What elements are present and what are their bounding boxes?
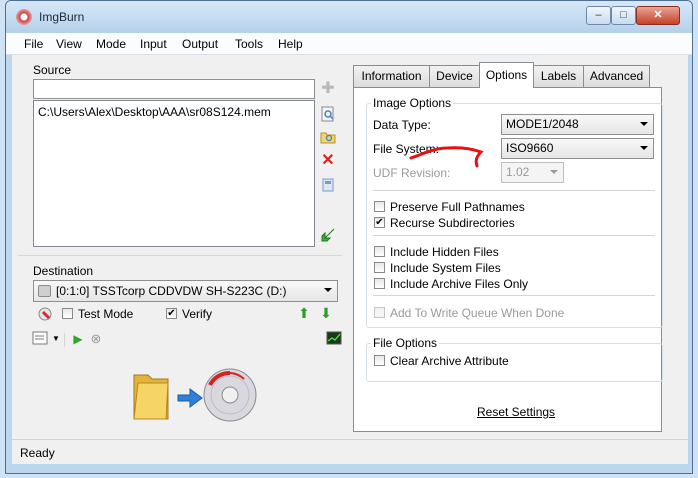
include-system-label: Include System Files — [390, 261, 501, 275]
calculate-icon[interactable] — [320, 177, 336, 193]
reset-settings-link[interactable]: Reset Settings — [477, 405, 555, 419]
arrow-down-icon[interactable]: ⬇ — [318, 305, 334, 321]
log-window-icon[interactable] — [32, 331, 48, 347]
include-system-checkbox[interactable] — [374, 262, 385, 273]
tab-information[interactable]: Information — [353, 65, 430, 87]
add-to-queue-label: Add To Write Queue When Done — [390, 306, 565, 320]
menu-mode[interactable]: Mode — [96, 37, 126, 51]
divider-2 — [373, 235, 655, 236]
chevron-down-icon — [640, 122, 648, 126]
folder-icon — [133, 374, 169, 420]
clear-archive-label: Clear Archive Attribute — [390, 354, 509, 368]
toolbar-separator — [64, 333, 65, 347]
include-archive-label: Include Archive Files Only — [390, 277, 529, 291]
udf-revision-select[interactable]: 1.02 — [501, 162, 564, 183]
source-file-list[interactable]: C:\Users\Alex\Desktop\AAA\sr08S124.mem — [33, 100, 315, 247]
data-type-select[interactable]: MODE1/2048 — [501, 114, 654, 135]
clear-archive-checkbox[interactable] — [374, 355, 385, 366]
browse-file-icon[interactable] — [320, 106, 336, 122]
menu-tools[interactable]: Tools — [235, 37, 263, 51]
include-archive-checkbox[interactable] — [374, 278, 385, 289]
status-text: Ready — [20, 446, 55, 460]
menu-file[interactable]: File — [24, 37, 43, 51]
recurse-subdirectories-label: Recurse Subdirectories — [390, 216, 515, 230]
source-destination-divider — [18, 255, 342, 256]
file-system-select[interactable]: ISO9660 — [501, 138, 654, 159]
menu-bar: File View Mode Input Output Tools Help — [6, 33, 692, 55]
tab-device[interactable]: Device — [429, 65, 480, 87]
test-mode-label: Test Mode — [78, 307, 134, 321]
right-arrow-icon — [177, 388, 203, 408]
close-button[interactable]: ✕ — [636, 6, 680, 25]
arrow-up-icon[interactable]: ⬆ — [296, 305, 312, 321]
window-title: ImgBurn — [39, 10, 85, 24]
play-icon[interactable]: ▶ — [70, 331, 86, 347]
graph-icon[interactable] — [326, 331, 342, 347]
tab-options[interactable]: Options — [479, 62, 534, 88]
preserve-pathnames-checkbox[interactable] — [374, 201, 385, 212]
menu-input[interactable]: Input — [140, 37, 167, 51]
menu-output[interactable]: Output — [182, 37, 218, 51]
file-options-title: File Options — [371, 336, 440, 350]
source-combo[interactable] — [33, 79, 315, 99]
source-path-item[interactable]: C:\Users\Alex\Desktop\AAA\sr08S124.mem — [38, 105, 271, 119]
preserve-pathnames-label: Preserve Full Pathnames — [390, 200, 525, 214]
destination-label: Destination — [33, 264, 94, 278]
destination-drive-combo[interactable]: [0:1:0] TSSTcorp CDDVDW SH-S223C (D:) — [33, 280, 338, 302]
chevron-down-icon — [324, 288, 332, 292]
tab-labels[interactable]: Labels — [533, 65, 584, 87]
verify-label: Verify — [182, 307, 213, 321]
add-file-icon[interactable]: ✚ — [320, 81, 336, 97]
tab-advanced[interactable]: Advanced — [583, 65, 650, 87]
options-panel: Image Options Data Type: MODE1/2048 File… — [353, 87, 663, 432]
source-label: Source — [33, 63, 72, 77]
image-options-title: Image Options — [371, 96, 454, 110]
chevron-down-icon — [640, 146, 648, 150]
chevron-down-icon — [550, 170, 558, 174]
remove-icon[interactable]: ✕ — [320, 153, 336, 169]
data-type-label: Data Type: — [373, 118, 431, 132]
include-hidden-label: Include Hidden Files — [390, 245, 499, 259]
divider-3 — [373, 295, 655, 296]
red-annotation-scribble — [409, 146, 484, 168]
imgburn-window: ImgBurn – □ ✕ File View Mode Input Outpu… — [5, 0, 693, 474]
mode-illustration — [130, 365, 260, 425]
drive-icon — [38, 285, 51, 297]
erase-disc-icon[interactable] — [37, 306, 53, 322]
divider-1 — [373, 190, 655, 191]
test-mode-checkbox[interactable] — [62, 308, 73, 319]
menu-view[interactable]: View — [56, 37, 82, 51]
verify-checkbox[interactable]: ✔ — [166, 308, 177, 319]
maximize-button[interactable]: □ — [611, 6, 636, 25]
include-hidden-checkbox[interactable] — [374, 246, 385, 257]
status-bar: Ready — [12, 439, 688, 464]
recurse-subdirectories-checkbox[interactable]: ✔ — [374, 217, 385, 228]
add-to-queue-checkbox[interactable] — [374, 307, 385, 318]
disc-icon — [203, 368, 257, 422]
lock-icon[interactable]: ⊗ — [88, 331, 104, 347]
menu-help[interactable]: Help — [278, 37, 303, 51]
dropdown-arrow-icon[interactable]: ▼ — [48, 331, 64, 347]
main-client-area: Source C:\Users\Alex\Desktop\AAA\sr08S12… — [12, 55, 688, 439]
browse-folder-icon[interactable] — [320, 129, 336, 145]
app-disc-icon — [16, 9, 32, 25]
minimize-button[interactable]: – — [586, 6, 611, 25]
title-bar[interactable]: ImgBurn – □ ✕ — [6, 1, 692, 33]
build-arrow-icon[interactable] — [320, 227, 336, 243]
